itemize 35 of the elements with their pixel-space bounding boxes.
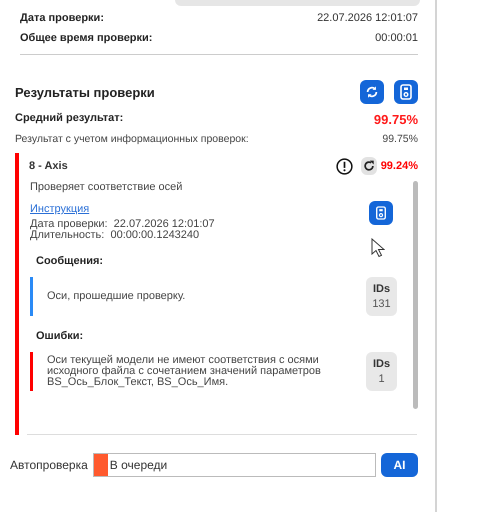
check-date: Дата проверки: 22.07.2026 12:01:07 — [30, 219, 216, 230]
device-icon — [375, 206, 387, 220]
field-value: 00:00:01 — [375, 32, 418, 44]
check-description: Проверяет соответствие осей — [30, 181, 184, 193]
refresh-button[interactable] — [360, 80, 384, 104]
warning-icon[interactable] — [336, 158, 353, 174]
info-value: 99.75% — [382, 133, 418, 145]
cursor-icon — [371, 238, 385, 258]
reload-icon — [362, 160, 375, 172]
ids-button[interactable]: IDs 131 — [366, 277, 397, 316]
device-icon — [399, 84, 413, 100]
field-value: 22.07.2026 12:01:07 — [317, 12, 418, 24]
rerun-button[interactable] — [360, 157, 377, 175]
check-name: 8 - Axis — [29, 160, 69, 172]
scrollbar-thumb[interactable] — [413, 181, 418, 409]
message-text: Оси текущей модели не имеют соответствия с осями исходного файла с сочетанием значений параметров BS_Ось_Блок_Текст, BS_Ось_Имя. — [46, 355, 322, 388]
average-label: Средний результат: — [15, 112, 124, 126]
section-heading: Ошибки: — [36, 330, 84, 342]
section-heading: Сообщения: — [36, 255, 104, 267]
section-title: Результаты проверки — [15, 84, 155, 100]
instruction-link[interactable]: Инструкция — [30, 203, 90, 215]
ids-button[interactable]: IDs 1 — [366, 352, 397, 391]
check-duration: Длительность: 00:00:00.1243240 — [30, 230, 200, 241]
field-label: Общее время проверки: — [20, 32, 152, 44]
average-value: 99.75% — [374, 112, 418, 127]
ai-button[interactable]: AI — [381, 453, 418, 477]
info-label: Результат с учетом информационных проверок: — [15, 133, 249, 145]
save-button[interactable] — [394, 80, 418, 104]
status-text: В очереди — [110, 458, 168, 472]
refresh-icon — [365, 85, 379, 99]
check-result: 99.24% — [380, 160, 418, 172]
field-label: Дата проверки: — [20, 12, 104, 24]
autocheck-label: Автопроверка — [10, 458, 88, 472]
message-text: Оси, прошедшие проверку. — [46, 291, 186, 302]
save-button[interactable] — [369, 201, 393, 225]
